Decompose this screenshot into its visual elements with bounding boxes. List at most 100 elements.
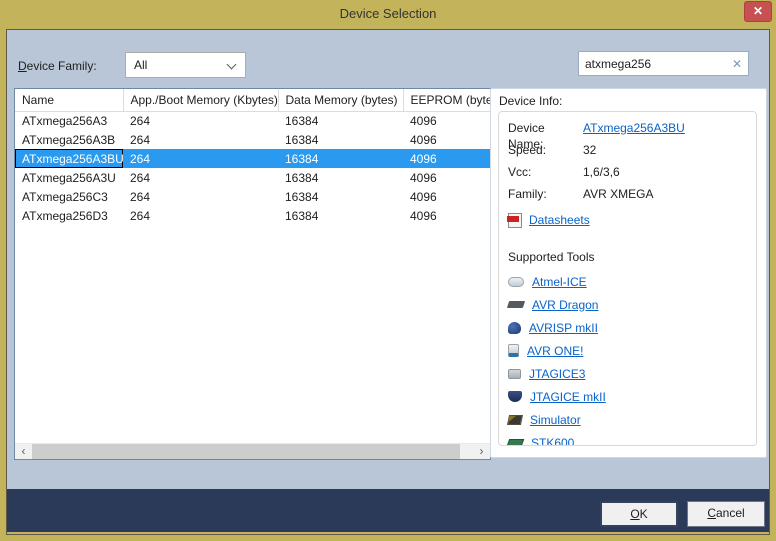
clear-search-icon[interactable]: ✕	[726, 57, 748, 71]
tool-link-row: JTAGICE3	[508, 362, 752, 385]
tool-link-row: Simulator	[508, 408, 752, 431]
field-value: AVR XMEGA	[583, 186, 653, 202]
scroll-left-icon[interactable]: ‹	[15, 444, 32, 459]
device-value-cell[interactable]: 4096	[403, 130, 492, 149]
device-value-cell[interactable]: 16384	[278, 168, 403, 187]
tool-link-row: JTAGICE mkII	[508, 385, 752, 408]
device-search-input[interactable]	[579, 57, 726, 71]
device-value-cell[interactable]: 16384	[278, 187, 403, 206]
device-value-cell[interactable]: 4096	[403, 168, 492, 187]
footer-bar-wrap: OK Cancel	[7, 489, 769, 532]
device-value-cell[interactable]: 16384	[278, 206, 403, 225]
tool-link[interactable]: AVRISP mkII	[529, 321, 598, 335]
device-value-cell[interactable]: 4096	[403, 149, 492, 168]
device-value-cell[interactable]: 264	[123, 130, 278, 149]
tool-link[interactable]: STK600	[531, 436, 574, 447]
device-selection-dialog: Device Selection ✕ Device Family: All ✕ …	[0, 0, 776, 541]
column-header[interactable]: Data Memory (bytes)	[278, 89, 403, 111]
dialog-frame: Device Family: All ✕ NameApp./Boot Memor…	[6, 29, 770, 535]
field-value: 1,6/3,6	[583, 164, 620, 180]
datasheets-link[interactable]: Datasheets	[529, 213, 590, 227]
table-row[interactable]: ATxmega256A3264163844096	[15, 111, 492, 130]
pdf-icon	[508, 213, 522, 228]
device-value-cell[interactable]: 16384	[278, 130, 403, 149]
jtagice-mkii-icon	[508, 391, 522, 402]
simulator-icon	[507, 415, 523, 425]
device-name-cell[interactable]: ATxmega256D3	[15, 206, 123, 225]
column-header[interactable]: App./Boot Memory (Kbytes)	[123, 89, 278, 111]
footer-bar: OK Cancel	[7, 489, 769, 532]
avrisp-mkii-icon	[508, 322, 521, 334]
titlebar: Device Selection ✕	[0, 0, 776, 29]
device-info-field-row: Family:AVR XMEGA	[508, 186, 752, 208]
device-info-field-row: Device Name:ATxmega256A3BU	[508, 120, 752, 142]
device-info-panel: Device Info: Device Name:ATxmega256A3BUS…	[490, 88, 767, 458]
jtagice3-icon	[508, 369, 521, 379]
device-value-cell[interactable]: 16384	[278, 111, 403, 130]
tool-link[interactable]: Atmel-ICE	[532, 275, 587, 289]
device-name-cell[interactable]: ATxmega256A3	[15, 111, 123, 130]
device-table-body: ATxmega256A3264163844096ATxmega256A3B264…	[15, 111, 492, 225]
device-value-cell[interactable]: 264	[123, 206, 278, 225]
device-family-label: Device Family:	[18, 59, 97, 73]
device-info-box: Device Name:ATxmega256A3BUSpeed:32Vcc:1,…	[498, 111, 757, 446]
device-family-dropdown[interactable]: All	[125, 52, 246, 78]
field-value: 32	[583, 142, 596, 158]
dialog-title: Device Selection	[0, 6, 776, 21]
datasheets-row: Datasheets	[508, 209, 752, 231]
stk600-icon	[507, 439, 525, 446]
close-icon[interactable]: ✕	[744, 1, 772, 22]
scrollbar-thumb[interactable]	[32, 444, 460, 459]
device-value-cell[interactable]: 16384	[278, 149, 403, 168]
tool-link[interactable]: JTAGICE mkII	[530, 390, 606, 404]
table-row[interactable]: ATxmega256C3264163844096	[15, 187, 492, 206]
table-row[interactable]: ATxmega256D3264163844096	[15, 206, 492, 225]
table-row[interactable]: ATxmega256A3B264163844096	[15, 130, 492, 149]
field-label: Vcc:	[508, 164, 583, 180]
device-name-cell[interactable]: ATxmega256A3BU	[15, 149, 123, 168]
column-header[interactable]: Name	[15, 89, 123, 111]
tool-link[interactable]: AVR ONE!	[527, 344, 583, 358]
chevron-down-icon	[227, 60, 237, 70]
ok-button[interactable]: OK	[600, 501, 678, 527]
device-family-selected-value: All	[134, 58, 147, 72]
atmel-ice-icon	[508, 277, 524, 287]
device-value-cell[interactable]: 264	[123, 111, 278, 130]
device-table: NameApp./Boot Memory (Kbytes)Data Memory…	[15, 89, 492, 225]
device-info-field-row: Vcc:1,6/3,6	[508, 164, 752, 186]
device-info-heading: Device Info:	[499, 94, 562, 108]
cancel-button[interactable]: Cancel	[687, 501, 765, 527]
field-label: Speed:	[508, 142, 583, 158]
tool-link[interactable]: JTAGICE3	[529, 367, 585, 381]
table-row[interactable]: ATxmega256A3BU264163844096	[15, 149, 492, 168]
scrollbar-track[interactable]	[32, 444, 473, 459]
tool-link-row: AVR Dragon	[508, 293, 752, 316]
device-search-box: ✕	[578, 51, 749, 76]
device-info-field-row: Speed:32	[508, 142, 752, 164]
tool-link[interactable]: AVR Dragon	[532, 298, 598, 312]
device-name-cell[interactable]: ATxmega256A3B	[15, 130, 123, 149]
tool-link[interactable]: Simulator	[530, 413, 581, 427]
device-value-cell[interactable]: 4096	[403, 187, 492, 206]
column-header[interactable]: EEPROM (bytes)	[403, 89, 492, 111]
scroll-right-icon[interactable]: ›	[473, 444, 490, 459]
device-table-header: NameApp./Boot Memory (Kbytes)Data Memory…	[15, 89, 492, 111]
device-value-cell[interactable]: 264	[123, 187, 278, 206]
table-row[interactable]: ATxmega256A3U264163844096	[15, 168, 492, 187]
horizontal-scrollbar[interactable]: ‹ ›	[15, 443, 490, 459]
tool-link-row: Atmel-ICE	[508, 270, 752, 293]
supported-tools-list: Atmel-ICE AVR Dragon AVRISP mkII AVR ONE! JT…	[508, 270, 752, 446]
device-info-fields: Device Name:ATxmega256A3BUSpeed:32Vcc:1,…	[508, 120, 752, 208]
device-value-cell[interactable]: 4096	[403, 111, 492, 130]
device-name-cell[interactable]: ATxmega256C3	[15, 187, 123, 206]
device-value-cell[interactable]: 264	[123, 149, 278, 168]
client-area: Device Family: All ✕ NameApp./Boot Memor…	[7, 30, 769, 489]
device-name-cell[interactable]: ATxmega256A3U	[15, 168, 123, 187]
device-value-cell[interactable]: 264	[123, 168, 278, 187]
device-table-panel: NameApp./Boot Memory (Kbytes)Data Memory…	[14, 88, 491, 460]
avr-dragon-icon	[507, 301, 525, 308]
tool-link-row: AVR ONE!	[508, 339, 752, 362]
tool-link-row: AVRISP mkII	[508, 316, 752, 339]
device-name-link[interactable]: ATxmega256A3BU	[583, 120, 685, 136]
device-value-cell[interactable]: 4096	[403, 206, 492, 225]
